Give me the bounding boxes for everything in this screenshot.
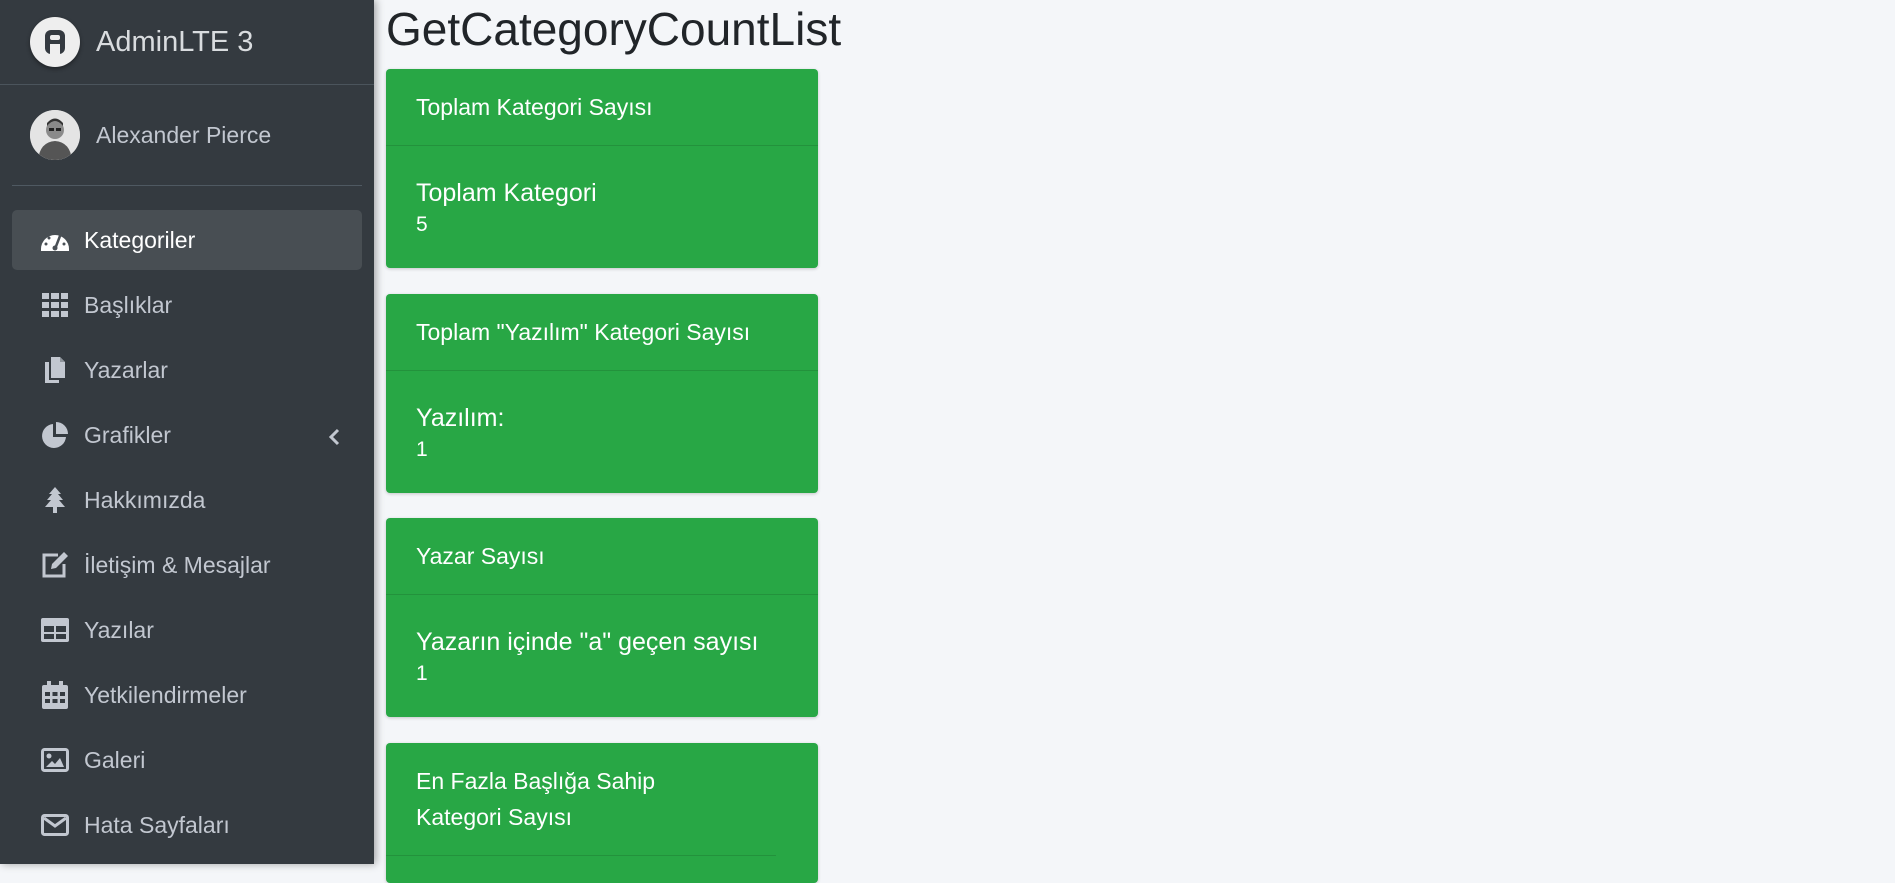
card-title: Yazarın içinde "a" geçen sayısı bbox=[416, 628, 759, 656]
tachometer-icon bbox=[40, 226, 70, 254]
sidebar-item-label: Grafikler bbox=[84, 421, 171, 448]
sidebar-item-galeri[interactable]: Galeri bbox=[12, 730, 362, 790]
sidebar-item-label: Başlıklar bbox=[84, 291, 173, 318]
card-header: Yazar Sayısı bbox=[386, 518, 818, 595]
calendar-icon bbox=[40, 681, 70, 709]
image-icon bbox=[40, 746, 70, 774]
tree-icon bbox=[40, 486, 70, 514]
sidebar-item-yazilar[interactable]: Yazılar bbox=[12, 600, 362, 660]
sidebar-item-label: Yetkilendirmeler bbox=[84, 681, 247, 708]
card-title: Yazılım: bbox=[416, 404, 505, 432]
sidebar-item-label: Yazılar bbox=[84, 616, 154, 643]
card-body: Toplam Kategori 5 bbox=[386, 146, 818, 268]
sidebar-item-basliklar[interactable]: Başlıklar bbox=[12, 275, 362, 335]
grid-icon bbox=[40, 291, 70, 319]
main-content: GetCategoryCountList Toplam Kategori Say… bbox=[374, 0, 1895, 883]
edit-icon bbox=[40, 551, 70, 579]
user-name[interactable]: Alexander Pierce bbox=[96, 122, 271, 149]
card-header: Toplam "Yazılım" Kategori Sayısı bbox=[386, 294, 818, 371]
stat-card: Toplam "Yazılım" Kategori Sayısı Yazılım… bbox=[386, 294, 818, 493]
card-title: Toplam Kategori bbox=[416, 179, 597, 207]
sidebar-item-yazarlar[interactable]: Yazarlar bbox=[12, 340, 362, 400]
card-value: 5 bbox=[416, 213, 428, 236]
brand-link[interactable]: AdminLTE 3 bbox=[0, 0, 374, 85]
sidebar-item-kategoriler[interactable]: Kategoriler bbox=[12, 210, 362, 270]
envelope-icon bbox=[40, 811, 70, 839]
sidebar: AdminLTE 3 Alexander Pierce Kategoriler … bbox=[0, 0, 374, 864]
sidebar-item-label: Yazarlar bbox=[84, 356, 168, 383]
sidebar-item-label: Kategoriler bbox=[84, 226, 196, 253]
sidebar-item-yetkilendirmeler[interactable]: Yetkilendirmeler bbox=[12, 665, 362, 725]
copy-icon bbox=[40, 356, 70, 384]
card-value: 1 bbox=[416, 438, 428, 461]
sidebar-item-label: Hata Sayfaları bbox=[84, 811, 230, 838]
sidebar-item-grafikler[interactable]: Grafikler bbox=[12, 405, 362, 465]
sidebar-nav: Kategoriler Başlıklar Yazarlar Grafikler… bbox=[0, 186, 374, 855]
card-value: 1 bbox=[416, 662, 428, 685]
pie-chart-icon bbox=[40, 421, 70, 449]
sidebar-item-hata-sayfalari[interactable]: Hata Sayfaları bbox=[12, 795, 362, 855]
sidebar-item-label: Galeri bbox=[84, 746, 146, 773]
sidebar-item-hakkimizda[interactable]: Hakkımızda bbox=[12, 470, 362, 530]
card-body: Yazarın içinde "a" geçen sayısı 1 bbox=[386, 595, 818, 717]
stat-card: En Fazla Başlığa Sahip Kategori Sayısı bbox=[386, 743, 818, 883]
avatar bbox=[30, 110, 80, 160]
stat-card: Toplam Kategori Sayısı Toplam Kategori 5 bbox=[386, 69, 818, 268]
brand-text: AdminLTE 3 bbox=[96, 25, 254, 58]
sidebar-item-label: Hakkımızda bbox=[84, 486, 206, 513]
chevron-left-icon[interactable] bbox=[328, 425, 340, 452]
stat-card: Yazar Sayısı Yazarın içinde "a" geçen sa… bbox=[386, 518, 818, 717]
card-body: Yazılım: 1 bbox=[386, 371, 818, 493]
card-header: En Fazla Başlığa Sahip Kategori Sayısı bbox=[386, 743, 776, 856]
card-header: Toplam Kategori Sayısı bbox=[386, 69, 818, 146]
sidebar-item-label: İletişim & Mesajlar bbox=[84, 551, 271, 578]
sidebar-item-iletisim[interactable]: İletişim & Mesajlar bbox=[12, 535, 362, 595]
page-title: GetCategoryCountList bbox=[386, 3, 842, 55]
user-panel[interactable]: Alexander Pierce bbox=[12, 85, 362, 186]
table-icon bbox=[40, 616, 70, 644]
brand-logo-icon bbox=[30, 17, 80, 67]
